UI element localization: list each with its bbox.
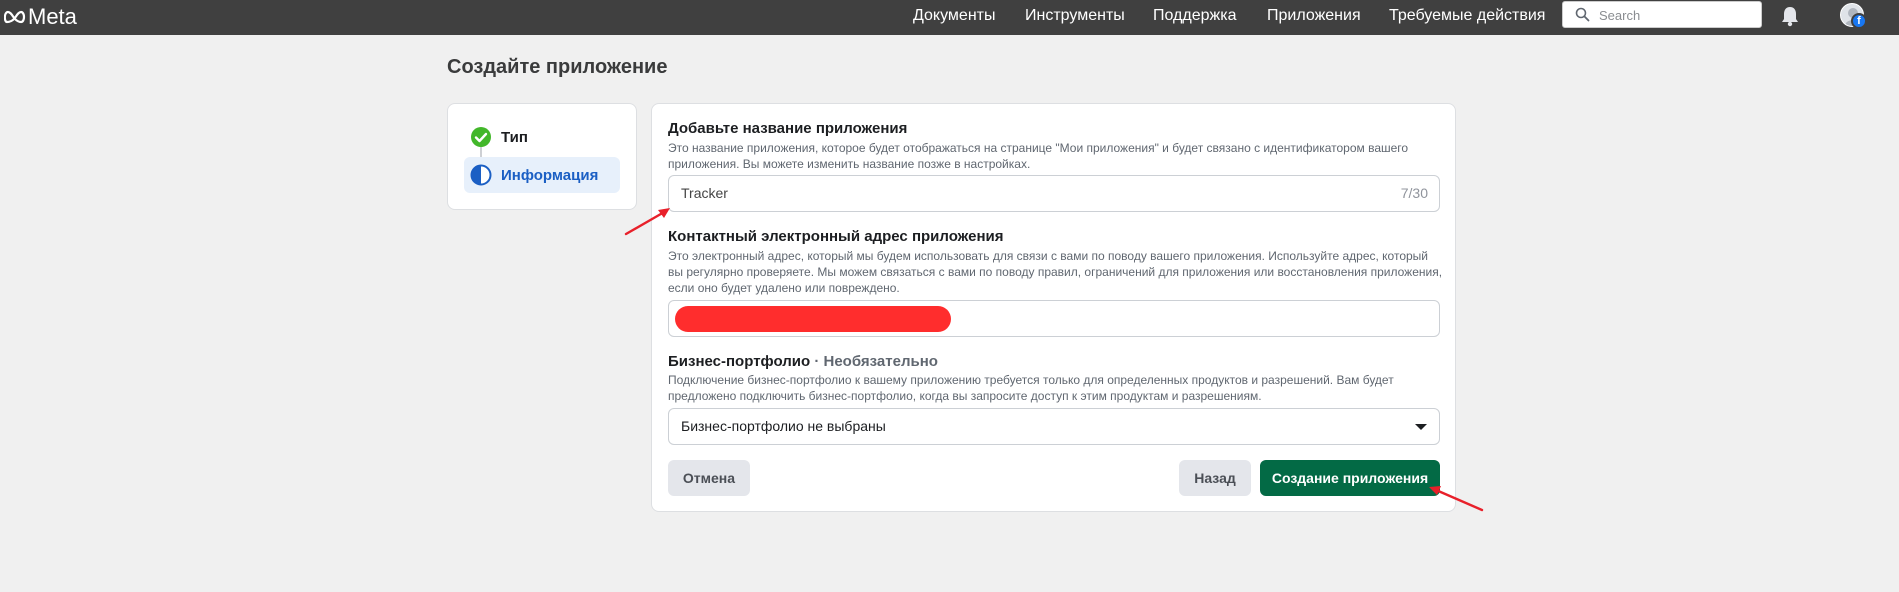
facebook-badge-icon: f xyxy=(1851,13,1867,29)
nav-required-actions[interactable]: Требуемые действия xyxy=(1389,0,1545,35)
page-title: Создайте приложение xyxy=(447,56,668,78)
bell-icon[interactable] xyxy=(1780,5,1800,27)
step-type-label: Тип xyxy=(501,128,528,146)
step-type[interactable]: Тип xyxy=(464,119,620,155)
meta-logo[interactable]: Meta xyxy=(4,3,77,31)
app-name-help: Это название приложения, которое будет о… xyxy=(668,141,1409,171)
contact-email-label: Контактный электронный адрес приложения xyxy=(668,228,1004,245)
redacted-email-value xyxy=(675,306,951,332)
nav-support[interactable]: Поддержка xyxy=(1153,0,1236,35)
business-portfolio-label-text: Бизнес-портфолио xyxy=(668,353,811,370)
check-circle-icon xyxy=(471,127,491,147)
search-box[interactable] xyxy=(1562,1,1762,28)
back-button[interactable]: Назад xyxy=(1179,460,1251,496)
contact-email-help: Это электронный адрес, который мы будем … xyxy=(668,249,1443,295)
steps-card: Тип Информация xyxy=(447,103,637,210)
app-name-value: Tracker xyxy=(681,185,728,201)
caret-down-icon xyxy=(1415,424,1427,430)
business-portfolio-help: Подключение бизнес-портфолио к вашему пр… xyxy=(668,373,1394,403)
search-icon xyxy=(1575,7,1590,22)
logo-text: Meta xyxy=(28,4,77,29)
nav-apps[interactable]: Приложения xyxy=(1267,0,1361,35)
create-app-button[interactable]: Создание приложения xyxy=(1260,460,1440,496)
business-portfolio-label: Бизнес-портфолио · Необязательно xyxy=(668,353,938,370)
app-name-input[interactable]: Tracker 7/30 xyxy=(668,175,1440,212)
nav-documents[interactable]: Документы xyxy=(913,0,995,35)
nav-tools[interactable]: Инструменты xyxy=(1025,0,1125,35)
step-information-label: Информация xyxy=(501,166,599,184)
app-name-counter: 7/30 xyxy=(1400,185,1428,201)
app-name-label: Добавьте название приложения xyxy=(668,120,908,137)
contact-email-input[interactable] xyxy=(668,300,1440,337)
create-app-form: Добавьте название приложения Это названи… xyxy=(651,103,1456,512)
business-portfolio-select[interactable]: Бизнес-портфолио не выбраны xyxy=(668,408,1440,445)
business-portfolio-selected: Бизнес-портфолио не выбраны xyxy=(681,418,886,434)
meta-infinity-icon xyxy=(4,10,26,24)
half-circle-icon xyxy=(470,164,492,186)
step-information[interactable]: Информация xyxy=(464,157,620,193)
cancel-button[interactable]: Отмена xyxy=(668,460,750,496)
optional-suffix: · Необязательно xyxy=(814,353,938,370)
search-input[interactable] xyxy=(1599,6,1754,24)
top-navigation-bar: Meta Документы Инструменты Поддержка При… xyxy=(0,0,1899,35)
